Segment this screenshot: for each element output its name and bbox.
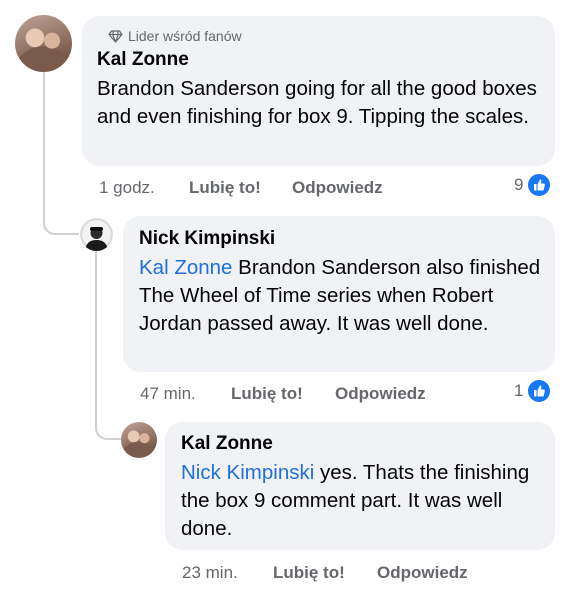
thumbs-up-icon	[526, 172, 553, 198]
badge-label: Lider wśród fanów	[128, 28, 242, 44]
like-button[interactable]: Lubię to!	[273, 563, 345, 583]
avatar[interactable]	[121, 422, 157, 458]
author-name[interactable]: Kal Zonne	[97, 49, 189, 71]
reaction-count: 1	[514, 381, 524, 400]
avatar-portrait	[85, 227, 108, 251]
comment-bubble: Lider wśród fanów Kal Zonne Brandon Sand…	[82, 16, 555, 166]
comment-time[interactable]: 23 min.	[182, 563, 238, 583]
comment-text: Nick Kimpinski yes. Thats the finishing …	[181, 459, 543, 543]
top-fan-badge: Lider wśród fanów	[108, 28, 242, 44]
thread-line-level-2	[95, 250, 121, 440]
avatar[interactable]	[80, 218, 113, 251]
reply-button[interactable]: Odpowiedz	[335, 384, 426, 404]
reply-button[interactable]: Odpowiedz	[377, 563, 468, 583]
reply-button[interactable]: Odpowiedz	[292, 178, 383, 198]
comment-time[interactable]: 1 godz.	[99, 178, 155, 198]
thumbs-up-icon	[526, 378, 553, 404]
author-name[interactable]: Nick Kimpinski	[139, 228, 275, 250]
like-button[interactable]: Lubię to!	[231, 384, 303, 404]
comment-bubble: Kal Zonne Nick Kimpinski yes. Thats the …	[165, 422, 555, 550]
author-name[interactable]: Kal Zonne	[181, 433, 273, 455]
reaction-summary[interactable]: 9	[514, 172, 553, 198]
mention-link[interactable]: Kal Zonne	[139, 256, 232, 279]
diamond-icon	[108, 29, 123, 43]
mention-link[interactable]: Nick Kimpinski	[181, 461, 314, 484]
comment-time[interactable]: 47 min.	[140, 384, 196, 404]
like-button[interactable]: Lubię to!	[189, 178, 261, 198]
avatar[interactable]	[15, 15, 72, 72]
comment-text: Brandon Sanderson going for all the good…	[97, 77, 537, 128]
thread-line-level-1	[43, 72, 79, 235]
comment-bubble: Nick Kimpinski Kal Zonne Brandon Sanders…	[123, 216, 555, 372]
comment-text: Kal Zonne Brandon Sanderson also finishe…	[139, 254, 549, 338]
reaction-summary[interactable]: 1	[514, 378, 553, 404]
reaction-count: 9	[514, 175, 524, 194]
